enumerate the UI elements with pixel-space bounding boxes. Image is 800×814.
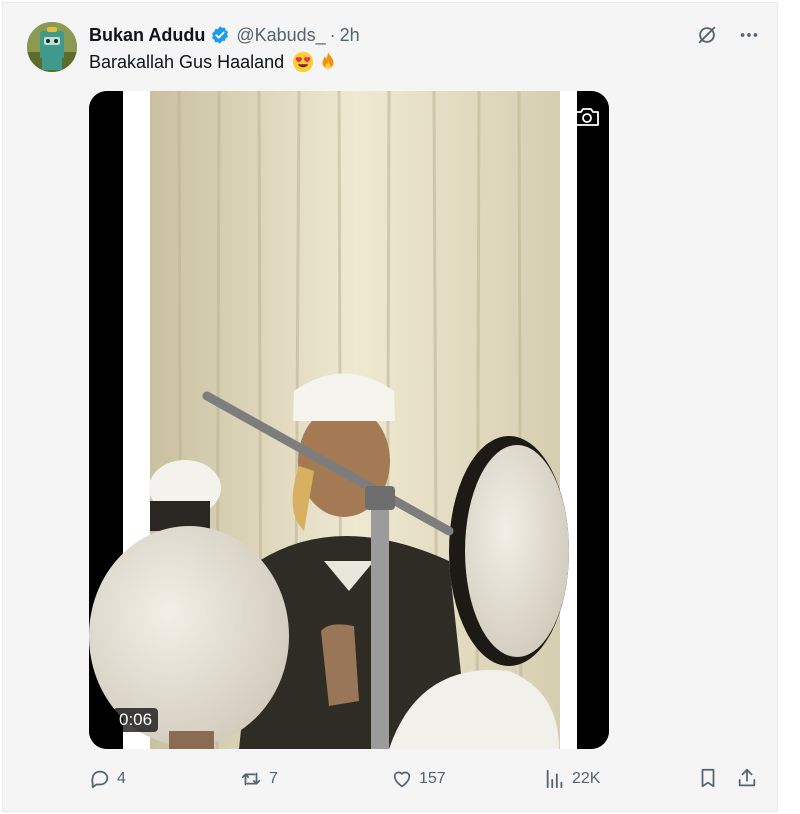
repost-icon bbox=[241, 772, 261, 786]
views-count: 22K bbox=[572, 770, 601, 787]
reply-button[interactable]: 4 bbox=[89, 767, 126, 791]
video-duration: 0:06 bbox=[113, 708, 159, 732]
top-actions bbox=[695, 23, 761, 47]
share-icon bbox=[738, 768, 756, 787]
repost-count: 7 bbox=[269, 770, 278, 787]
fire-emoji-icon bbox=[322, 51, 334, 70]
video-frame bbox=[89, 91, 609, 749]
heart-eyes-emoji-icon bbox=[293, 51, 314, 73]
repost-button[interactable]: 7 bbox=[239, 767, 278, 791]
tweet-actions: 4 7 157 22K bbox=[89, 767, 761, 791]
separator-dot: · bbox=[329, 24, 336, 45]
timestamp[interactable]: 2h bbox=[340, 25, 360, 46]
verified-badge-icon bbox=[212, 26, 229, 44]
bookmark-icon bbox=[701, 768, 715, 788]
heart-icon bbox=[393, 771, 411, 788]
share-button[interactable] bbox=[736, 767, 758, 789]
views-icon bbox=[546, 769, 563, 789]
video-player[interactable]: 0:06 bbox=[89, 91, 609, 749]
like-button[interactable]: 157 bbox=[391, 767, 446, 791]
reply-icon bbox=[91, 770, 109, 789]
display-name[interactable]: Bukan Adudu bbox=[89, 25, 205, 46]
tweet-text-content: Barakallah Gus Haaland bbox=[89, 51, 285, 72]
views-button[interactable]: 22K bbox=[544, 767, 600, 791]
camera-icon[interactable] bbox=[573, 105, 601, 134]
avatar[interactable] bbox=[27, 22, 77, 72]
reply-count: 4 bbox=[117, 770, 126, 787]
tweet-text: Barakallah Gus Haaland bbox=[89, 51, 339, 73]
tweet-header: Bukan Adudu @Kabuds_ · 2h bbox=[89, 23, 360, 47]
handle[interactable]: @Kabuds_ bbox=[236, 25, 325, 46]
tweet-card[interactable]: Bukan Adudu @Kabuds_ · 2h Barakallah Gus… bbox=[2, 2, 778, 812]
bookmark-button[interactable] bbox=[697, 767, 719, 789]
grok-icon[interactable] bbox=[695, 23, 719, 47]
more-icon[interactable] bbox=[737, 23, 761, 47]
like-count: 157 bbox=[419, 770, 446, 787]
